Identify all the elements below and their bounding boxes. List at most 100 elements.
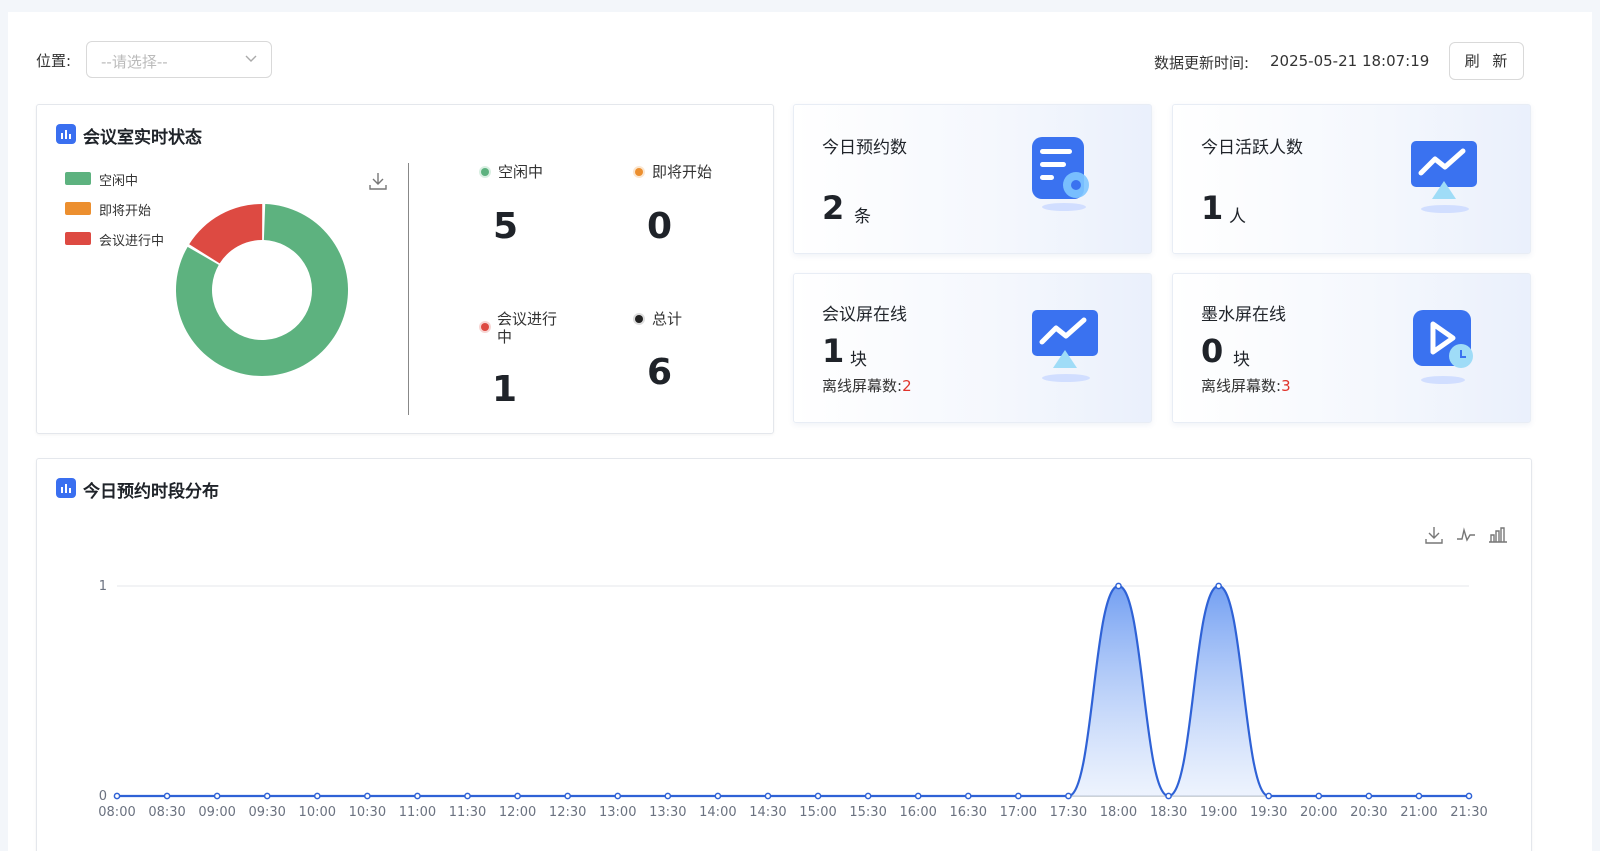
- status-dot-total: [635, 315, 643, 323]
- document-gear-icon: [1032, 137, 1089, 211]
- kpi-title: 会议屏在线: [822, 305, 907, 325]
- room-status-card: 会议室实时状态 空闲中 即将开始 会议进行中 空闲中 5 即将开始 0 会议进行…: [36, 104, 774, 434]
- stat-value-free: 5: [493, 206, 519, 247]
- download-icon[interactable]: [367, 170, 389, 192]
- kpi-value: 1: [822, 332, 845, 370]
- booking-distribution-area-chart: 0 1 08:00 08:30 09:00 09:30 10:00 10:30 11:00 11:…: [98, 579, 1487, 820]
- download-icon[interactable]: [1423, 524, 1445, 546]
- kpi-card-active-users: 今日活跃人数 1 人: [1172, 104, 1531, 254]
- kpi-value: 1: [1201, 189, 1224, 227]
- offline-screens-text: 离线屏幕数:3: [1201, 375, 1291, 396]
- legend-label: 会议进行中: [99, 234, 165, 249]
- kpi-unit: 块: [850, 350, 867, 370]
- x-tick-label: 13:30: [649, 805, 686, 820]
- line-chart-icon[interactable]: [1455, 524, 1477, 546]
- booking-distribution-card: 今日预约时段分布 0 1 08:00 08:30 09:00 09:30 10:00 10:3…: [36, 458, 1532, 851]
- data-point-12:30[interactable]: [564, 792, 572, 800]
- y-tick-label: 0: [99, 789, 107, 804]
- kpi-title: 墨水屏在线: [1201, 305, 1286, 325]
- x-tick-label: 17:30: [1050, 805, 1087, 820]
- data-point-18:00[interactable]: [1115, 582, 1122, 590]
- x-tick-label: 18:00: [1100, 805, 1137, 820]
- legend-swatch: [65, 202, 91, 215]
- data-point-15:30[interactable]: [864, 792, 872, 800]
- offline-screens-label: 离线屏幕数:: [822, 377, 903, 395]
- legend-swatch: [65, 172, 91, 185]
- legend-label: 即将开始: [99, 204, 152, 219]
- location-label: 位置:: [36, 52, 72, 70]
- data-point-12:00[interactable]: [514, 792, 521, 800]
- data-point-21:30[interactable]: [1465, 792, 1473, 800]
- kpi-value: 0: [1201, 332, 1224, 370]
- kpi-title: 今日活跃人数: [1201, 138, 1303, 158]
- data-point-17:30[interactable]: [1065, 792, 1072, 800]
- data-point-20:00[interactable]: [1315, 792, 1323, 800]
- x-tick-label: 15:30: [849, 805, 886, 820]
- data-point-19:00[interactable]: [1215, 582, 1222, 590]
- data-point-10:00[interactable]: [313, 792, 321, 800]
- data-point-09:00[interactable]: [213, 792, 221, 800]
- data-point-13:30[interactable]: [664, 792, 672, 800]
- data-point-17:00[interactable]: [1014, 792, 1022, 800]
- x-tick-label: 10:00: [299, 805, 336, 820]
- x-tick-label: 08:30: [148, 805, 185, 820]
- data-point-19:30[interactable]: [1265, 792, 1273, 800]
- update-time-value: 2025-05-21 18:07:19: [1270, 52, 1430, 70]
- refresh-button[interactable]: 刷 新: [1449, 42, 1524, 80]
- x-tick-label: 18:30: [1150, 805, 1187, 820]
- x-tick-label: 10:30: [349, 805, 386, 820]
- x-tick-label: 12:30: [549, 805, 586, 820]
- chevron-down-icon: [245, 55, 257, 62]
- data-point-14:30[interactable]: [764, 792, 772, 800]
- data-point-21:00[interactable]: [1415, 792, 1423, 800]
- x-tick-label: 09:00: [198, 805, 235, 820]
- stat-value-upcoming: 0: [647, 206, 673, 247]
- kpi-unit: 条: [854, 207, 871, 227]
- play-clock-icon: [1413, 310, 1473, 384]
- x-tick-label: 21:00: [1400, 805, 1437, 820]
- data-point-16:00[interactable]: [914, 792, 922, 800]
- kpi-title: 今日预约数: [822, 138, 907, 158]
- offline-screens-count: 3: [1281, 377, 1291, 395]
- data-point-16:30[interactable]: [964, 792, 972, 800]
- x-tick-label: 14:00: [699, 805, 736, 820]
- data-point-11:30[interactable]: [464, 792, 471, 800]
- location-select[interactable]: --请选择--: [86, 41, 272, 78]
- dashboard-page: 位置: --请选择-- 数据更新时间: 2025-05-21 18:07:19 …: [8, 12, 1592, 851]
- room-status-title: 会议室实时状态: [83, 128, 202, 148]
- bar-chart-icon[interactable]: [1487, 524, 1509, 546]
- data-point-09:30[interactable]: [263, 792, 271, 800]
- data-point-08:30[interactable]: [163, 792, 171, 800]
- stat-label-in-progress: 会议进行中: [497, 310, 558, 346]
- x-tick-label: 16:30: [950, 805, 987, 820]
- data-point-14:00[interactable]: [714, 792, 722, 800]
- x-tick-label: 08:00: [98, 805, 135, 820]
- trend-monitor-icon: [1032, 310, 1098, 382]
- series-area: [117, 586, 1469, 796]
- kpi-card-ink-screens: 墨水屏在线 0 块 离线屏幕数:3: [1172, 273, 1531, 423]
- room-status-donut-chart: [176, 204, 348, 376]
- x-tick-label: 16:00: [899, 805, 936, 820]
- kpi-unit: 人: [1229, 207, 1246, 227]
- stat-label-free: 空闲中: [498, 163, 544, 181]
- status-dot-in-progress: [481, 323, 489, 331]
- stat-value-in-progress: 1: [492, 369, 518, 410]
- data-point-15:00[interactable]: [814, 792, 822, 800]
- x-tick-label: 13:00: [599, 805, 636, 820]
- data-point-13:00[interactable]: [614, 792, 622, 800]
- data-point-11:00[interactable]: [414, 792, 421, 800]
- data-point-20:30[interactable]: [1365, 792, 1373, 800]
- stat-label-total: 总计: [652, 310, 683, 328]
- x-tick-label: 19:00: [1200, 805, 1237, 820]
- x-tick-label: 19:30: [1250, 805, 1287, 820]
- data-point-10:30[interactable]: [364, 792, 371, 800]
- data-point-08:00[interactable]: [113, 792, 121, 800]
- booking-distribution-title: 今日预约时段分布: [83, 482, 219, 502]
- offline-screens-label: 离线屏幕数:: [1201, 377, 1282, 395]
- data-point-18:30[interactable]: [1165, 792, 1172, 800]
- status-dot-upcoming: [635, 168, 643, 176]
- kpi-card-bookings: 今日预约数 2 条: [793, 104, 1152, 254]
- y-tick-label: 1: [99, 579, 107, 594]
- x-tick-label: 11:30: [449, 805, 486, 820]
- x-tick-label: 20:00: [1300, 805, 1337, 820]
